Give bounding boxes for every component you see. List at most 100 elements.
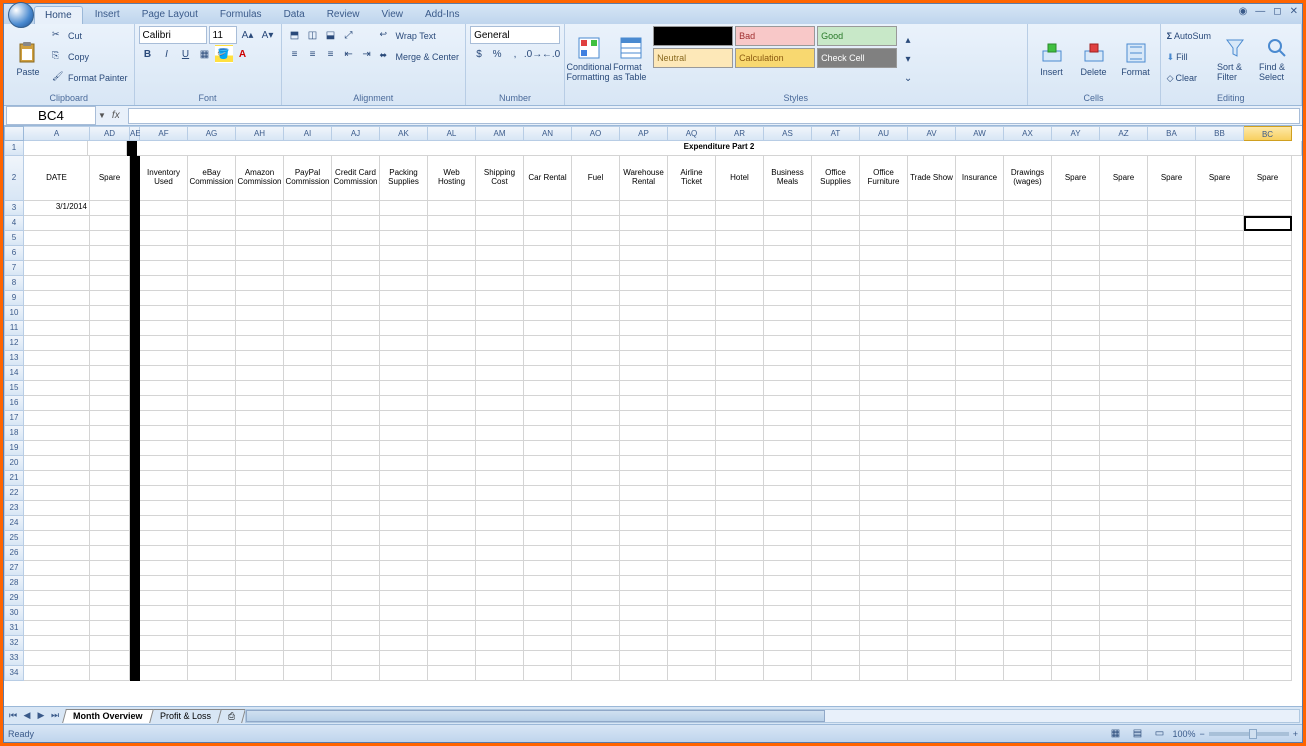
cell[interactable] [332,471,380,486]
cell[interactable] [332,666,380,681]
cell[interactable] [1004,321,1052,336]
cell[interactable] [1004,366,1052,381]
cell[interactable] [764,606,812,621]
cell[interactable] [908,651,956,666]
cell[interactable] [1244,636,1292,651]
cell[interactable] [380,306,428,321]
cell[interactable] [764,396,812,411]
cell[interactable] [476,456,524,471]
row-header[interactable]: 31 [4,621,24,636]
cell[interactable] [1004,231,1052,246]
cell[interactable] [1100,516,1148,531]
row-header[interactable]: 16 [4,396,24,411]
cell[interactable] [284,321,332,336]
cell[interactable] [1196,261,1244,276]
cell[interactable] [380,276,428,291]
row-header[interactable]: 3 [4,201,24,216]
cell[interactable] [24,591,90,606]
cell[interactable] [140,381,188,396]
cell[interactable] [572,261,620,276]
cell[interactable] [812,516,860,531]
cell[interactable] [908,231,956,246]
cell[interactable] [188,576,236,591]
cell[interactable] [236,666,284,681]
format-painter-button[interactable]: 🖌Format Painter [50,68,130,88]
cell[interactable] [1148,606,1196,621]
new-sheet-icon[interactable]: ⎙ [217,709,246,723]
cell[interactable] [956,261,1004,276]
cell[interactable] [716,216,764,231]
cell[interactable] [140,606,188,621]
cell[interactable] [188,441,236,456]
cell[interactable] [1196,636,1244,651]
header-cell[interactable]: Hotel [716,156,764,201]
cell[interactable] [908,351,956,366]
cell[interactable] [90,231,130,246]
cell[interactable] [1148,516,1196,531]
cell[interactable] [956,411,1004,426]
cell[interactable] [716,546,764,561]
cell[interactable] [1244,291,1292,306]
cell[interactable] [476,306,524,321]
cell[interactable] [860,546,908,561]
cell[interactable] [1196,381,1244,396]
cell[interactable] [716,636,764,651]
cell[interactable] [908,486,956,501]
cell[interactable] [764,486,812,501]
column-header[interactable]: AW [956,126,1004,141]
cell[interactable] [1196,501,1244,516]
cell[interactable] [24,261,90,276]
cell[interactable] [620,456,668,471]
cell[interactable] [476,366,524,381]
cell[interactable] [24,426,90,441]
cell[interactable] [24,486,90,501]
cell[interactable] [908,411,956,426]
cell[interactable] [428,411,476,426]
ribbon-tab-formulas[interactable]: Formulas [210,6,272,24]
bold-button[interactable]: B [139,45,157,63]
cell[interactable] [380,606,428,621]
cell[interactable] [908,276,956,291]
cell[interactable] [90,351,130,366]
cell[interactable] [236,636,284,651]
data-cell[interactable] [1100,201,1148,216]
cell[interactable] [572,321,620,336]
cell[interactable] [1004,591,1052,606]
cell[interactable] [90,306,130,321]
cell[interactable] [428,561,476,576]
cell[interactable] [764,456,812,471]
cell[interactable] [476,516,524,531]
cell[interactable] [1052,486,1100,501]
cell[interactable] [860,396,908,411]
cell[interactable] [332,261,380,276]
cell[interactable] [572,231,620,246]
merge-center-button[interactable]: ⬌Merge & Center [378,47,462,67]
view-normal-icon[interactable]: ▦ [1106,725,1124,743]
cell[interactable] [1244,276,1292,291]
cell[interactable] [188,396,236,411]
align-right-icon[interactable]: ≡ [322,45,340,63]
cell[interactable] [524,486,572,501]
active-cell[interactable] [1244,216,1292,231]
cell[interactable] [860,561,908,576]
cell[interactable] [1052,381,1100,396]
cell[interactable] [1100,486,1148,501]
cell[interactable] [716,531,764,546]
cell[interactable] [764,306,812,321]
cell[interactable] [188,561,236,576]
cell[interactable] [860,231,908,246]
header-cell[interactable]: Drawings (wages) [1004,156,1052,201]
cell[interactable] [524,306,572,321]
cell[interactable] [284,471,332,486]
cell[interactable] [620,366,668,381]
cell[interactable] [1196,606,1244,621]
cell[interactable] [668,381,716,396]
cell[interactable] [476,231,524,246]
cell[interactable] [524,546,572,561]
font-color-button[interactable]: A [234,45,252,63]
cell[interactable] [812,651,860,666]
cell[interactable] [620,261,668,276]
cell[interactable] [572,591,620,606]
merged-title-cell[interactable]: Expenditure Part 2 [137,141,1302,156]
cell[interactable] [90,381,130,396]
